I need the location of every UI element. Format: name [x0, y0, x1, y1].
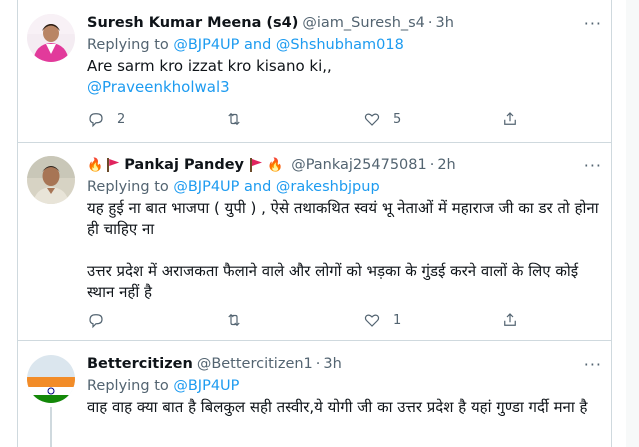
avatar[interactable] — [27, 355, 75, 403]
replying-label: Replying to — [87, 37, 169, 53]
reply-button[interactable]: 2 — [87, 110, 125, 128]
reply-icon — [89, 314, 103, 329]
thread-line — [50, 407, 52, 447]
user-handle[interactable]: @Pankaj25475081 — [291, 157, 427, 173]
tweet-text: वाह वाह क्या बात है बिलकुल सही तस्वीर,ये… — [87, 398, 588, 416]
replying-label: Replying to — [87, 378, 169, 394]
reply-icon — [89, 113, 103, 128]
mention-link[interactable]: @BJP4UP — [173, 179, 239, 195]
separator-dot: · — [427, 15, 433, 31]
timestamp[interactable]: 2h — [437, 157, 455, 173]
like-button[interactable]: 1 — [363, 311, 401, 329]
tweet-header: Bettercitizen @Bettercitizen1 · 3h — [87, 353, 602, 375]
fire-emoji: 🔥 — [267, 157, 284, 173]
retweet-icon — [228, 112, 240, 126]
mention-link[interactable]: @BJP4UP — [173, 37, 239, 53]
user-handle[interactable]: @iam_Suresh_s4 — [302, 15, 425, 31]
tweet-text: उत्तर प्रदेश में अराजकता फैलाने वाले और … — [87, 262, 579, 301]
red-flag-emoji — [250, 158, 262, 172]
action-bar: 1 — [87, 311, 602, 331]
replying-to: Replying to @BJP4UP and @Shshubham018 — [87, 34, 602, 56]
like-button[interactable]: 5 — [363, 110, 401, 128]
display-name[interactable]: Bettercitizen — [87, 356, 193, 372]
retweet-button[interactable] — [225, 110, 243, 128]
retweet-icon — [228, 313, 240, 327]
timestamp[interactable]: 3h — [323, 356, 341, 372]
action-bar: 2 5 — [87, 110, 602, 130]
display-name[interactable]: Pankaj Pandey — [124, 157, 244, 173]
more-icon[interactable]: ··· — [584, 156, 602, 175]
replying-join[interactable]: and — [244, 37, 271, 53]
replying-label: Replying to — [87, 179, 169, 195]
reply-count: 2 — [117, 111, 126, 127]
tweet-text: Are sarm kro izzat kro kisano ki,, — [87, 57, 332, 75]
share-icon — [504, 112, 516, 125]
more-icon[interactable]: ··· — [584, 14, 602, 33]
replying-to: Replying to @BJP4UP and @rakeshbjpup — [87, 176, 602, 198]
separator-dot: · — [315, 356, 321, 372]
mention-link[interactable]: @rakeshbjpup — [276, 179, 380, 195]
scrollbar-track[interactable] — [626, 0, 639, 447]
tweet-text: यह हुई ना बात भाजपा ( युपी ) , ऐसे तथाकथ… — [87, 199, 599, 238]
like-count: 1 — [393, 312, 402, 328]
separator-dot: · — [429, 157, 435, 173]
like-icon — [364, 113, 380, 126]
like-count: 5 — [393, 111, 402, 127]
retweet-button[interactable] — [225, 311, 243, 329]
share-button[interactable] — [501, 110, 519, 128]
reply-button[interactable] — [87, 311, 105, 329]
mention-link[interactable]: @Shshubham018 — [276, 37, 404, 53]
display-name[interactable]: Suresh Kumar Meena (s4) — [87, 15, 298, 31]
fire-emoji: 🔥 — [87, 157, 104, 173]
tweet-1[interactable]: Suresh Kumar Meena (s4) @iam_Suresh_s4 ·… — [18, 0, 612, 143]
mention-link[interactable]: @BJP4UP — [173, 378, 239, 394]
more-icon[interactable]: ··· — [584, 355, 602, 374]
tweet-header: Suresh Kumar Meena (s4) @iam_Suresh_s4 ·… — [87, 12, 602, 34]
like-icon — [364, 314, 380, 327]
user-handle[interactable]: @Bettercitizen1 — [197, 356, 313, 372]
tweet-header: 🔥 Pankaj Pandey 🔥 @Pankaj25475081 · 2h — [87, 154, 602, 176]
share-button[interactable] — [501, 311, 519, 329]
replying-to: Replying to @BJP4UP — [87, 375, 602, 397]
tweet-2[interactable]: 🔥 Pankaj Pandey 🔥 @Pankaj25475081 · 2h ·… — [18, 143, 612, 341]
replying-join[interactable]: and — [244, 179, 271, 195]
avatar[interactable] — [27, 14, 75, 62]
tweet-3[interactable]: Bettercitizen @Bettercitizen1 · 3h ··· R… — [18, 341, 612, 447]
red-flag-emoji — [107, 158, 119, 172]
timestamp[interactable]: 3h — [436, 15, 454, 31]
mention-link[interactable]: @Praveenkholwal3 — [87, 77, 602, 98]
share-icon — [504, 313, 516, 326]
avatar[interactable] — [27, 156, 75, 204]
